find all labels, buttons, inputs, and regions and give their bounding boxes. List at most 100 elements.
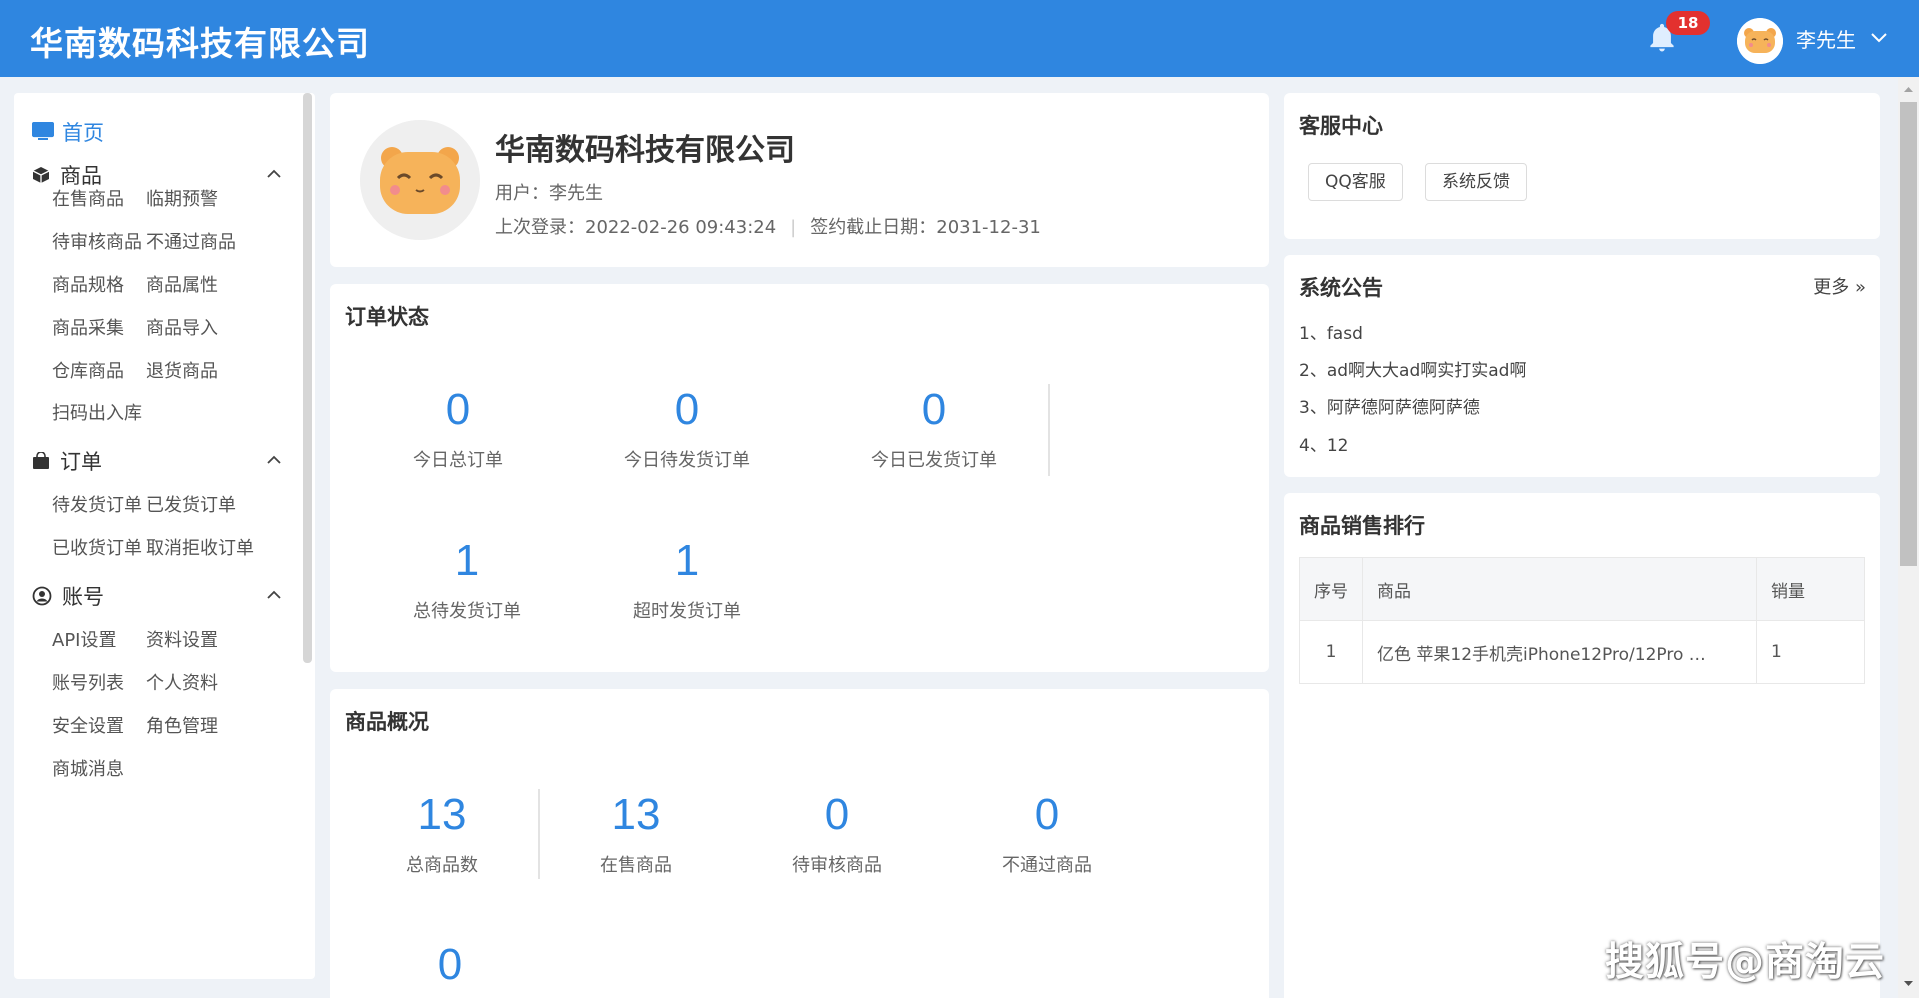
sidebar-group-account[interactable]: 账号: [32, 581, 104, 611]
stat-label: 总商品数: [406, 855, 478, 876]
table-header-row: 序号 商品 销量: [1299, 557, 1865, 621]
sidebar-item[interactable]: 已收货订单: [52, 534, 142, 560]
section-title: 商品销售排行: [1299, 514, 1425, 538]
chevron-up-icon[interactable]: [264, 585, 284, 605]
brand-title: 华南数码科技有限公司: [30, 24, 370, 63]
separator: |: [790, 217, 797, 238]
order-stat[interactable]: 0 今日总订单: [358, 384, 558, 472]
stat-value: 0: [437, 940, 463, 989]
stat-value: 0: [921, 385, 947, 434]
chevron-up-icon[interactable]: [264, 164, 284, 184]
company-profile-card: 华南数码科技有限公司 用户：李先生 上次登录：2022-02-26 09:43:…: [330, 93, 1269, 267]
goods-stat[interactable]: 13 在售商品: [536, 789, 736, 877]
order-stat[interactable]: 0 今日待发货订单: [587, 384, 787, 472]
stat-label: 今日待发货订单: [624, 450, 750, 471]
goods-stat[interactable]: 0 待审核商品: [737, 789, 937, 877]
more-link[interactable]: 更多 »: [1813, 273, 1866, 299]
stat-value: 0: [824, 790, 850, 839]
sidebar-item[interactable]: 仓库商品: [52, 357, 124, 383]
notice-item[interactable]: 3、阿萨德阿萨德阿萨德: [1299, 393, 1480, 418]
notice-item[interactable]: 1、fasd: [1299, 319, 1363, 344]
notice-item[interactable]: 2、ad啊大大ad啊实打实ad啊: [1299, 356, 1526, 381]
qq-service-button[interactable]: QQ客服: [1308, 163, 1403, 201]
stat-value: 1: [454, 536, 480, 585]
contract-end: 签约截止日期：2031-12-31: [810, 217, 1041, 238]
sidebar-item[interactable]: 取消拒收订单: [146, 534, 254, 560]
sidebar-item[interactable]: 已发货订单: [146, 491, 236, 517]
section-title: 客服中心: [1299, 114, 1383, 138]
scroll-down-arrow-icon[interactable]: [1903, 978, 1914, 989]
row-index: 1: [1299, 620, 1363, 684]
stat-label: 在售商品: [600, 855, 672, 876]
section-title: 订单状态: [345, 305, 429, 329]
ranking-table: 序号 商品 销量 1 亿色 苹果12手机壳iPhone12Pro/12Pro M…: [1299, 557, 1865, 684]
top-header-bar: 华南数码科技有限公司 18 李先生: [0, 0, 1919, 77]
stat-value: 0: [1034, 790, 1060, 839]
product-name: 亿色 苹果12手机壳iPhone12Pro/12Pro Max透明保护套: [1377, 644, 1717, 665]
user-circle-icon: [32, 586, 52, 606]
user-avatar[interactable]: [1737, 18, 1783, 64]
sidebar-item[interactable]: 退货商品: [146, 357, 218, 383]
sidebar-item[interactable]: 临期预警: [146, 185, 218, 211]
stat-label: 超时发货订单: [633, 601, 741, 622]
table-row[interactable]: 1 亿色 苹果12手机壳iPhone12Pro/12Pro Max透明保护套 1: [1299, 620, 1865, 684]
sidebar-item[interactable]: 待审核商品: [52, 228, 142, 254]
row-sales: 1: [1756, 620, 1865, 684]
user-name[interactable]: 李先生: [1796, 24, 1856, 53]
shopping-bag-icon: [33, 452, 49, 469]
chevron-down-icon[interactable]: [1868, 26, 1890, 48]
sidebar-scrollbar[interactable]: [303, 93, 312, 663]
sidebar-item[interactable]: 商城消息: [52, 755, 124, 781]
section-title: 商品概况: [345, 710, 429, 734]
notification-badge: 18: [1666, 11, 1710, 35]
sidebar-group-label: 订单: [60, 450, 102, 474]
column-header: 商品: [1362, 557, 1757, 621]
chevron-up-icon[interactable]: [264, 450, 284, 470]
sidebar-item[interactable]: 安全设置: [52, 712, 124, 738]
sidebar-group-orders[interactable]: 订单: [32, 446, 102, 476]
page-scrollbar-thumb[interactable]: [1900, 102, 1917, 566]
watermark: 搜狐号@商淘云: [1605, 940, 1886, 985]
stat-value: 0: [445, 385, 471, 434]
monitor-icon: [32, 122, 54, 140]
sidebar-item[interactable]: 扫码出入库: [52, 399, 142, 425]
sidebar-item[interactable]: 待发货订单: [52, 491, 142, 517]
sidebar-item[interactable]: API设置: [52, 626, 116, 652]
system-notice-card: 系统公告 更多 » 1、fasd 2、ad啊大大ad啊实打实ad啊 3、阿萨德阿…: [1284, 255, 1880, 477]
sidebar-item[interactable]: 商品导入: [146, 314, 218, 340]
sidebar-item[interactable]: 商品采集: [52, 314, 124, 340]
feedback-button[interactable]: 系统反馈: [1425, 163, 1527, 201]
company-avatar: [360, 120, 480, 240]
divider: [1048, 384, 1050, 476]
notice-item[interactable]: 4、12: [1299, 431, 1348, 456]
goods-stat[interactable]: 13 总商品数: [342, 789, 542, 877]
sidebar-item[interactable]: 个人资料: [146, 669, 218, 695]
goods-overview-card: 商品概况 13 总商品数 13 在售商品 0 待审核商品 0 不通过商品 0: [330, 689, 1269, 998]
stat-label: 今日已发货订单: [871, 450, 997, 471]
sidebar-item[interactable]: 角色管理: [146, 712, 218, 738]
goods-stat[interactable]: 0 不通过商品: [947, 789, 1147, 877]
profile-login-info: 上次登录：2022-02-26 09:43:24 | 签约截止日期：2031-12-…: [495, 213, 1041, 239]
company-name: 华南数码科技有限公司: [495, 133, 795, 168]
stat-value: 13: [417, 790, 467, 839]
column-header: 销量: [1756, 557, 1865, 621]
row-product: 亿色 苹果12手机壳iPhone12Pro/12Pro Max透明保护套: [1362, 620, 1757, 684]
sidebar-item[interactable]: 商品规格: [52, 271, 124, 297]
sidebar-item[interactable]: 商品属性: [146, 271, 218, 297]
order-stat[interactable]: 0 今日已发货订单: [834, 384, 1034, 472]
cube-icon: [32, 167, 50, 183]
sidebar-nav: 首页 商品 在售商品 临期预警 待审核商品 不通过商品 商品规格 商品属性 商品…: [14, 93, 315, 979]
sidebar-item[interactable]: 资料设置: [146, 626, 218, 652]
sidebar-item-home[interactable]: 首页: [32, 117, 104, 147]
last-login: 上次登录：2022-02-26 09:43:24: [495, 217, 777, 238]
stat-label: 总待发货订单: [413, 601, 521, 622]
sidebar-item[interactable]: 在售商品: [52, 185, 124, 211]
sidebar-item-label: 首页: [62, 121, 104, 145]
sales-ranking-card: 商品销售排行 序号 商品 销量 1 亿色 苹果12手机壳iPhone12Pro/…: [1284, 493, 1880, 998]
sidebar-item[interactable]: 账号列表: [52, 669, 124, 695]
sidebar-item[interactable]: 不通过商品: [146, 228, 236, 254]
order-stat[interactable]: 1 总待发货订单: [367, 535, 567, 623]
order-stat[interactable]: 1 超时发货订单: [587, 535, 787, 623]
goods-stat[interactable]: 0: [350, 939, 550, 991]
scroll-up-arrow-icon[interactable]: [1903, 84, 1914, 95]
